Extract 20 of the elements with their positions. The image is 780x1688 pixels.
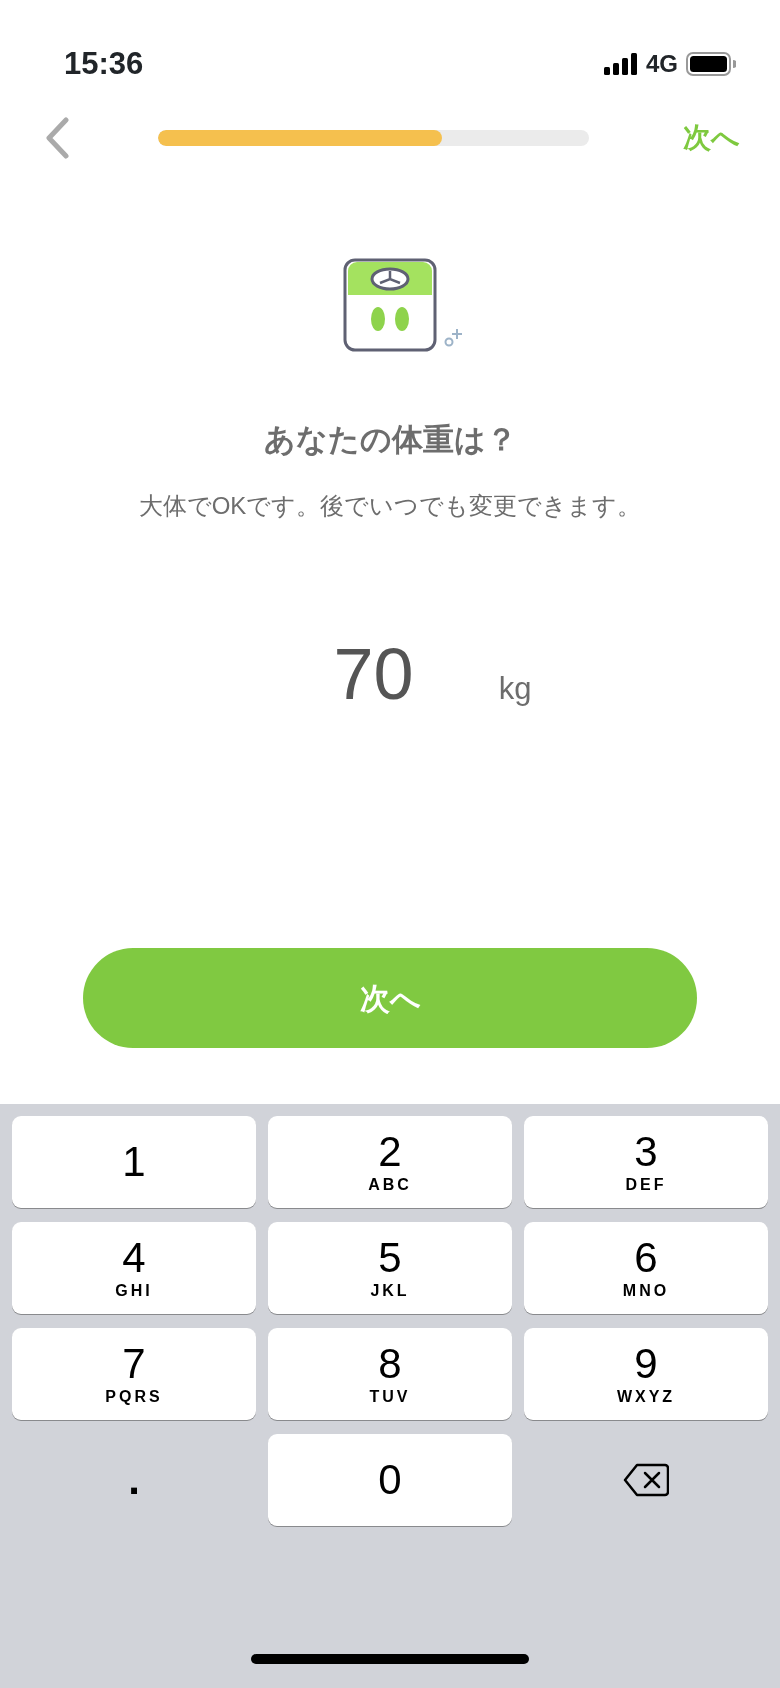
signal-icon <box>604 53 638 75</box>
keypad-key[interactable]: 7 PQRS <box>12 1328 256 1420</box>
weight-value[interactable]: 70 <box>308 619 439 728</box>
keypad-key[interactable]: 5 JKL <box>268 1222 512 1314</box>
decimal-key[interactable]: . <box>12 1434 256 1526</box>
keypad-key[interactable]: 4 GHI <box>12 1222 256 1314</box>
keypad-key[interactable]: 9 WXYZ <box>524 1328 768 1420</box>
keypad-key[interactable]: 8 TUV <box>268 1328 512 1420</box>
question-subtitle: 大体でOKです。後でいつでも変更できます。 <box>137 490 643 521</box>
backspace-icon[interactable] <box>623 1463 669 1497</box>
keypad-key[interactable]: 3 DEF <box>524 1116 768 1208</box>
question-title: あなたの体重は？ <box>262 421 518 459</box>
battery-icon <box>686 52 736 76</box>
keypad-key[interactable]: 0 <box>268 1434 512 1526</box>
clock-time: 15:36 <box>64 44 144 83</box>
keypad-key[interactable]: 2 ABC <box>268 1116 512 1208</box>
keypad-key[interactable]: 6 MNO <box>524 1222 768 1314</box>
unit-label: kg <box>498 669 532 708</box>
network-label: 4G <box>646 49 678 79</box>
keypad-key[interactable]: 1 <box>12 1116 256 1208</box>
